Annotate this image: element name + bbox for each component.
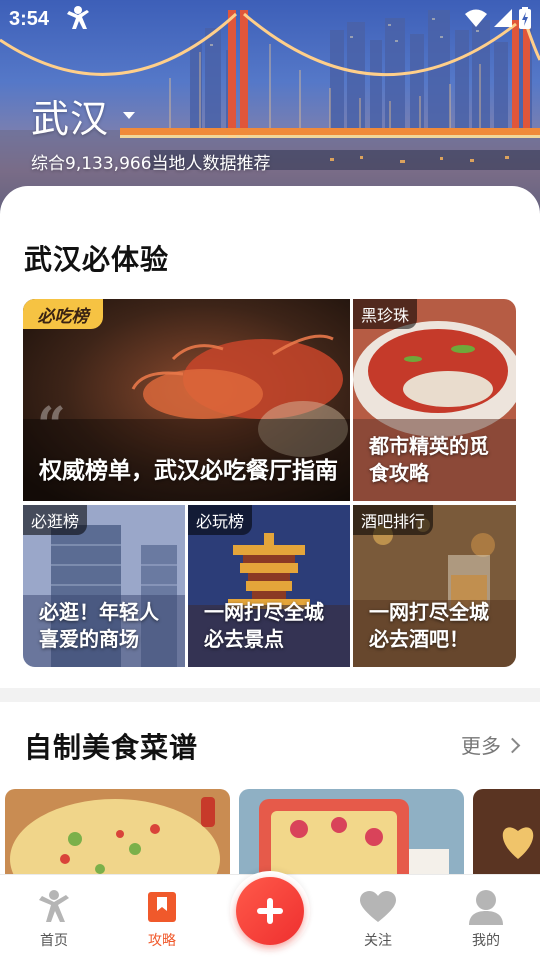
nav-home[interactable]: 首页 — [14, 889, 94, 950]
experience-tile-attractions[interactable]: 必玩榜 一网打尽全城必去景点 — [188, 505, 350, 667]
bookmark-icon — [144, 889, 180, 925]
more-label: 更多 — [461, 734, 501, 758]
caret-down-icon — [123, 112, 136, 119]
nav-label: 我的 — [472, 933, 500, 949]
nav-profile[interactable]: 我的 — [446, 889, 526, 950]
city-name: 武汉 — [31, 97, 110, 141]
battery-charging-icon — [519, 7, 531, 29]
more-recipes-link[interactable]: 更多 — [461, 730, 521, 759]
recipe-card[interactable] — [5, 789, 230, 876]
status-bar: 3:54 — [0, 0, 540, 38]
profile-icon — [468, 889, 504, 925]
recipe-card[interactable] — [473, 789, 540, 876]
recipe-card[interactable] — [239, 789, 464, 876]
heart-cake-photo — [473, 789, 540, 876]
tile-tag: 黑珍珠 — [353, 299, 418, 329]
hero-subtitle: 综合9,133,966当地人数据推荐 — [31, 154, 271, 174]
create-button[interactable] — [236, 877, 304, 945]
nav-guide[interactable]: 攻略 — [122, 889, 202, 950]
experience-tile-must-eat[interactable]: 必吃榜 “ 权威榜单，武汉必吃餐厅指南 — [23, 299, 350, 501]
app-notification-icon — [67, 6, 89, 29]
tile-tag: 必逛榜 — [23, 505, 88, 535]
experience-tile-bars[interactable]: 酒吧排行 一网打尽全城必去酒吧！ — [353, 505, 516, 667]
hero-banner: 3:54 武汉 综合9,133,966当地人数据推荐 — [0, 0, 540, 215]
recipe-carousel[interactable] — [0, 789, 540, 876]
baked-dish-photo — [239, 789, 464, 876]
heart-icon — [360, 889, 396, 925]
recipe-section-title: 自制美食菜谱 — [24, 731, 199, 764]
content-sheet: 武汉必体验 必吃榜 “ 权威榜单，武汉必吃餐厅指南 黑珍珠 都市精英的觅食攻略 … — [0, 186, 540, 876]
home-mascot-icon — [36, 889, 72, 925]
tile-title: 一网打尽全城必去景点 — [204, 600, 324, 651]
nav-label: 关注 — [364, 933, 392, 949]
wifi-icon — [465, 9, 487, 27]
tile-title: 一网打尽全城必去酒吧！ — [369, 600, 489, 651]
tile-tag: 必吃榜 — [23, 299, 103, 329]
city-selector[interactable]: 武汉 — [31, 88, 136, 143]
tile-tag: 酒吧排行 — [353, 505, 434, 535]
tile-title: 都市精英的觅食攻略 — [369, 434, 489, 485]
tile-title: 权威榜单，武汉必吃餐厅指南 — [39, 457, 338, 484]
nav-label: 首页 — [40, 933, 68, 949]
experience-tile-shopping[interactable]: 必逛榜 必逛！年轻人喜爱的商场 — [23, 505, 185, 667]
experience-grid: 必吃榜 “ 权威榜单，武汉必吃餐厅指南 黑珍珠 都市精英的觅食攻略 必逛榜 必逛… — [23, 299, 516, 667]
section-divider — [0, 688, 540, 702]
quote-icon: “ — [37, 395, 66, 454]
experience-section-title: 武汉必体验 — [24, 243, 170, 276]
signal-icon — [494, 9, 512, 27]
tile-title: 必逛！年轻人喜爱的商场 — [39, 600, 159, 651]
nav-follow[interactable]: 关注 — [338, 889, 418, 950]
chevron-right-icon — [504, 737, 521, 753]
nav-label: 攻略 — [148, 933, 176, 949]
experience-tile-black-pearl[interactable]: 黑珍珠 都市精英的觅食攻略 — [353, 299, 516, 501]
tile-tag: 必玩榜 — [188, 505, 253, 535]
status-time: 3:54 — [9, 8, 50, 30]
plus-icon — [257, 898, 283, 924]
pizza-photo — [5, 789, 230, 876]
bottom-navigation: 首页 攻略 关注 我的 — [0, 871, 540, 960]
status-icons — [464, 7, 532, 29]
